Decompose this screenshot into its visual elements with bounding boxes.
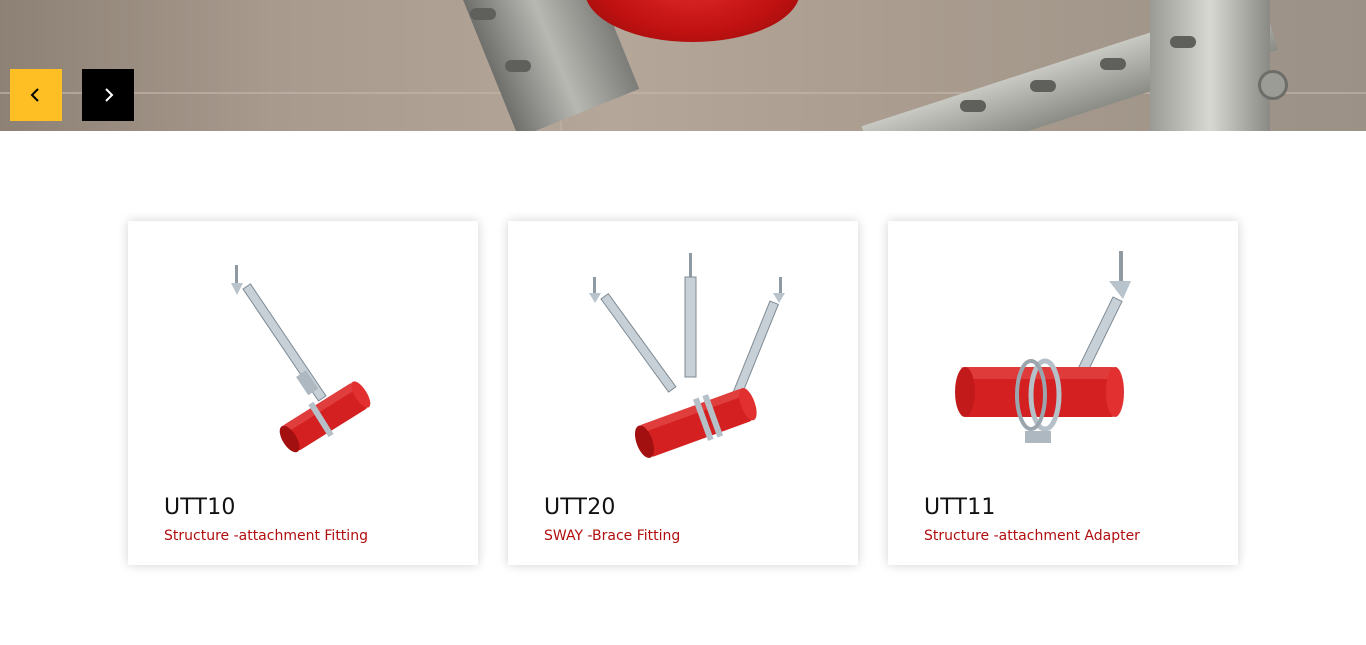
slider-next-button[interactable]: [82, 69, 134, 121]
product-code[interactable]: UTT10: [164, 495, 236, 520]
product-description: Structure -attachment Fitting: [164, 528, 368, 544]
product-description: Structure -attachment Adapter: [924, 528, 1140, 544]
product-cards: UTT10 Structure -attachment Fitting UTT2…: [128, 221, 1238, 565]
product-card-utt11[interactable]: UTT11 Structure -attachment Adapter: [888, 221, 1238, 565]
strut-channel-image: [1150, 0, 1270, 131]
chevron-right-icon: [105, 88, 114, 102]
chevron-left-icon: [30, 88, 39, 102]
product-image-utt10: [231, 265, 371, 453]
channel-slot: [960, 100, 986, 112]
channel-slot: [1030, 80, 1056, 92]
product-code[interactable]: UTT11: [924, 495, 996, 520]
channel-slot: [470, 8, 496, 20]
channel-slot: [505, 60, 531, 72]
hero-banner: [0, 0, 1366, 131]
product-card-utt10[interactable]: UTT10 Structure -attachment Fitting: [128, 221, 478, 565]
product-image-utt11: [955, 251, 1131, 443]
product-description: SWAY -Brace Fitting: [544, 528, 681, 544]
product-card-utt20[interactable]: UTT20 SWAY -Brace Fitting: [508, 221, 858, 565]
product-image-utt20: [589, 253, 785, 458]
channel-slot: [1170, 36, 1196, 48]
product-code[interactable]: UTT20: [544, 495, 616, 520]
channel-slot: [1100, 58, 1126, 70]
bolt-image: [1258, 70, 1288, 100]
slider-prev-button[interactable]: [10, 69, 62, 121]
